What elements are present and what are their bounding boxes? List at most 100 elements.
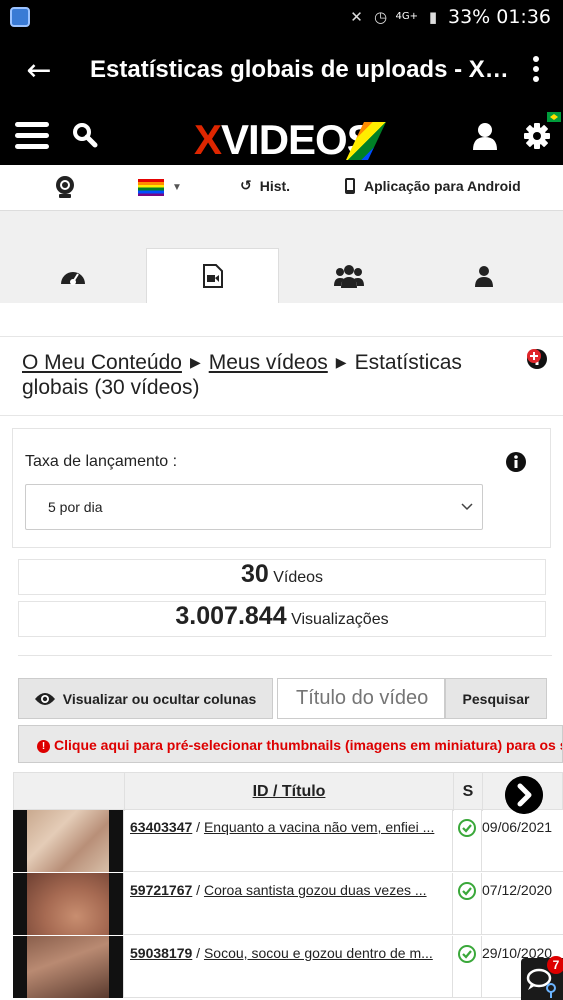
divider bbox=[18, 655, 552, 656]
dashboard-icon bbox=[61, 271, 85, 285]
upload-rate-select[interactable]: 5 por dia bbox=[25, 484, 483, 530]
site-logo[interactable]: XVIDEOS bbox=[194, 116, 375, 164]
breadcrumb-my-content[interactable]: O Meu Conteúdo bbox=[22, 351, 182, 374]
video-file-icon bbox=[202, 264, 223, 288]
exclamation-icon: ! bbox=[37, 740, 50, 753]
video-thumbnail[interactable] bbox=[13, 936, 123, 998]
search-button[interactable]: Pesquisar bbox=[445, 678, 547, 719]
upload-rate-label: Taxa de lançamento : bbox=[25, 453, 178, 470]
views-label: Visualizações bbox=[291, 611, 389, 628]
history-icon: ↺ bbox=[240, 178, 252, 194]
app-notification-icon bbox=[10, 7, 30, 27]
user-icon[interactable] bbox=[472, 122, 498, 150]
tab-groups[interactable] bbox=[279, 248, 419, 303]
video-title-search-input[interactable] bbox=[277, 678, 445, 719]
signal-icon: ▮ bbox=[428, 8, 438, 26]
video-id-link[interactable]: 63403347 bbox=[130, 819, 192, 835]
tab-profile[interactable] bbox=[419, 248, 549, 303]
video-id-title-cell: 59038179 / Socou, socou e gozou dentro d… bbox=[123, 936, 453, 998]
video-id-link[interactable]: 59721767 bbox=[130, 882, 192, 898]
column-header-id-title[interactable]: ID / Título bbox=[124, 773, 454, 811]
breadcrumb: O Meu Conteúdo ▶ Meus vídeos ▶ Estatísticas … bbox=[22, 350, 517, 400]
info-icon[interactable] bbox=[505, 451, 527, 473]
chevron-down-icon bbox=[460, 485, 474, 547]
account-tabs bbox=[0, 248, 563, 303]
video-title-link[interactable]: Socou, socou e gozou dentro de m... bbox=[204, 945, 433, 961]
check-circle-icon bbox=[458, 882, 476, 900]
language-selector[interactable]: ▼ bbox=[138, 179, 182, 196]
video-id-title-cell: 63403347 / Enquanto a vacina não vem, en… bbox=[123, 810, 453, 872]
videos-label: Vídeos bbox=[273, 569, 324, 586]
videos-table: ID / Título S 63403347 / Enquanto a vaci… bbox=[13, 772, 563, 1000]
video-id-title-cell: 59721767 / Coroa santista gozou duas vez… bbox=[123, 873, 453, 935]
check-circle-icon bbox=[458, 819, 476, 837]
history-link[interactable]: ↺ Hist. bbox=[240, 178, 290, 194]
video-thumbnail[interactable] bbox=[13, 810, 123, 872]
mute-icon: ✕ bbox=[350, 8, 363, 26]
video-date: 07/12/2020 bbox=[482, 882, 553, 898]
history-label: Hist. bbox=[259, 178, 291, 194]
alarm-icon: ◷ bbox=[373, 8, 388, 26]
toggle-columns-label: Visualizar ou ocultar colunas bbox=[62, 690, 257, 707]
user-icon bbox=[475, 265, 493, 287]
views-count: 3.007.844 bbox=[175, 602, 287, 630]
site-header: XVIDEOS bbox=[0, 108, 563, 165]
plus-badge-icon bbox=[527, 349, 541, 363]
rainbow-flag-icon bbox=[138, 179, 164, 196]
app-bar: ← Estatísticas globais de uploads - XVI.… bbox=[0, 36, 563, 108]
chat-button[interactable]: 7 bbox=[521, 956, 563, 1000]
breadcrumb-separator-icon: ▶ bbox=[335, 354, 347, 370]
notification-badge: 7 bbox=[547, 956, 563, 974]
battery-percent: 33% bbox=[448, 6, 491, 28]
status-bar: ✕ ◷ 4G+ ▮ 33% 01:36 bbox=[0, 0, 563, 36]
status-cell bbox=[453, 936, 482, 998]
views-stat: 3.007.844 Visualizações bbox=[18, 601, 546, 637]
hamburger-menu-icon[interactable] bbox=[15, 122, 49, 150]
main-content: O Meu Conteúdo ▶ Meus vídeos ▶ Estatísticas … bbox=[0, 303, 563, 1000]
gear-icon[interactable] bbox=[523, 122, 551, 150]
upload-rate-panel: Taxa de lançamento : 5 por dia bbox=[12, 428, 551, 548]
column-header-status: S bbox=[454, 773, 483, 811]
table-header: ID / Título S bbox=[13, 772, 563, 811]
search-icon[interactable] bbox=[72, 122, 98, 148]
preselect-thumbnails-notice[interactable]: ! Clique aqui para pré-selecionar thumbna… bbox=[18, 725, 563, 763]
breadcrumb-my-videos[interactable]: Meus vídeos bbox=[209, 351, 328, 374]
toggle-columns-button[interactable]: Visualizar ou ocultar colunas bbox=[18, 678, 273, 719]
back-arrow-icon[interactable]: ← bbox=[22, 54, 56, 88]
android-label: Aplicação para Android bbox=[364, 178, 521, 194]
brazil-flag-icon[interactable] bbox=[547, 112, 561, 122]
videos-count: 30 bbox=[240, 560, 269, 588]
tab-dashboard[interactable] bbox=[0, 248, 146, 303]
tab-videos[interactable] bbox=[146, 248, 279, 303]
eye-icon bbox=[34, 692, 55, 705]
network-type: 4G+ bbox=[395, 11, 419, 22]
table-toolbar: Visualizar ou ocultar colunas Pesquisar bbox=[18, 678, 563, 719]
breadcrumb-separator-icon: ▶ bbox=[189, 354, 201, 370]
logo-x: X bbox=[194, 116, 222, 163]
video-thumbnail[interactable] bbox=[13, 873, 123, 935]
status-cell bbox=[453, 810, 482, 872]
next-columns-icon[interactable] bbox=[505, 776, 543, 814]
upload-rate-value: 5 por dia bbox=[48, 499, 103, 515]
video-date: 09/06/2021 bbox=[482, 819, 553, 835]
videos-stat: 30 Vídeos bbox=[18, 559, 546, 595]
video-title-link[interactable]: Enquanto a vacina não vem, enfiei ... bbox=[204, 819, 434, 835]
table-row[interactable]: 63403347 / Enquanto a vacina não vem, en… bbox=[13, 810, 563, 872]
clock: 01:36 bbox=[496, 6, 551, 28]
status-cell bbox=[453, 873, 482, 935]
webcam-icon[interactable] bbox=[54, 175, 76, 199]
more-options-icon[interactable] bbox=[531, 56, 541, 86]
check-circle-icon bbox=[458, 945, 476, 963]
android-app-link[interactable]: Aplicação para Android bbox=[344, 178, 521, 194]
phone-icon bbox=[345, 178, 355, 194]
video-id-link[interactable]: 59038179 bbox=[130, 945, 192, 961]
sub-navigation: ▼ ↺ Hist. Aplicação para Android bbox=[0, 165, 563, 211]
table-row[interactable]: 59038179 / Socou, socou e gozou dentro d… bbox=[13, 936, 563, 998]
video-title-link[interactable]: Coroa santista gozou duas vezes ... bbox=[204, 882, 427, 898]
table-row[interactable]: 59721767 / Coroa santista gozou duas vez… bbox=[13, 873, 563, 935]
group-icon bbox=[334, 264, 364, 288]
notice-text: Clique aqui para pré-selecionar thumbnai… bbox=[54, 737, 563, 753]
breadcrumb-container: O Meu Conteúdo ▶ Meus vídeos ▶ Estatísticas … bbox=[0, 336, 563, 416]
caret-down-icon: ▼ bbox=[172, 182, 182, 193]
app-bar-title: Estatísticas globais de uploads - XVI... bbox=[90, 56, 510, 83]
